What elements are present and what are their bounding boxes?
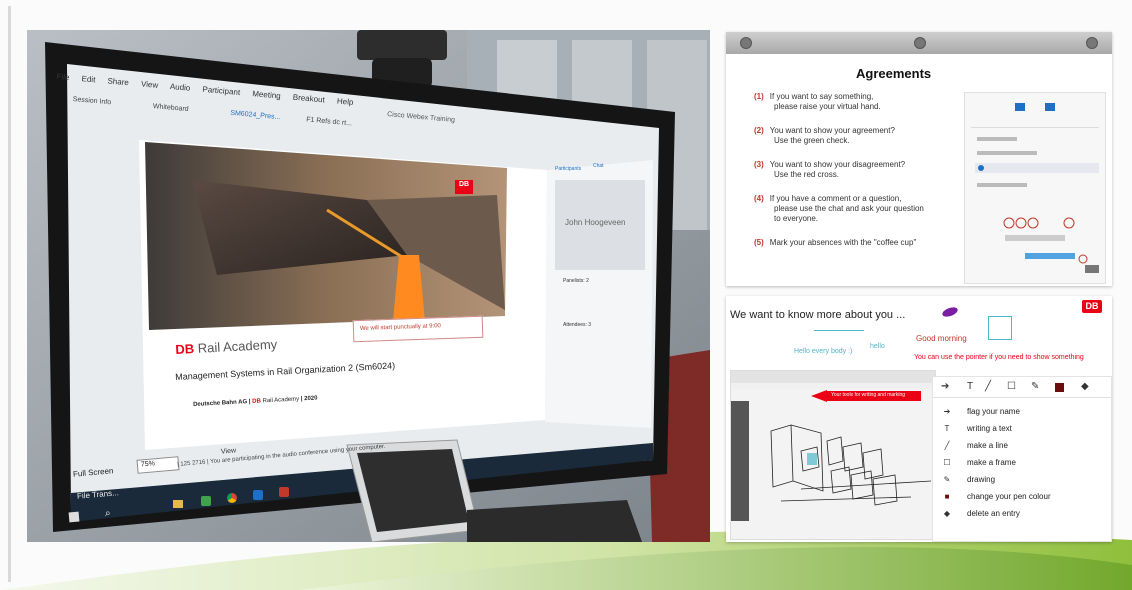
- menu-help[interactable]: Help: [337, 97, 354, 107]
- slide-footer-db: DB: [252, 398, 262, 405]
- view-menu[interactable]: View: [221, 447, 237, 455]
- windows-start-icon[interactable]: [68, 511, 80, 523]
- eraser-icon: ◆: [943, 509, 951, 518]
- participants-thumbnail-graphic: [971, 103, 1099, 273]
- color-icon[interactable]: [1055, 383, 1064, 392]
- slide-notice-box: We will start punctually at 9:00: [352, 315, 484, 343]
- eraser-icon[interactable]: ◆: [1081, 381, 1089, 392]
- classroom-photo: Cisco Webex Training File Edit Share Vie…: [27, 30, 710, 542]
- tool-legend: ➔ T ╱ ☐ ✎ ◆ ➔ flag your name Twriting a t…: [932, 376, 1112, 542]
- webex-participants-thumbnail: [964, 92, 1106, 284]
- tool-label: make a frame: [967, 458, 1016, 467]
- agreement-line: Mark your absences with the "coffee cup": [769, 238, 917, 247]
- zoom-value: 75%: [140, 460, 156, 469]
- tool-label: drawing: [967, 475, 996, 484]
- drawn-frame: [988, 316, 1012, 340]
- tool-toolbar: ➔ T ╱ ☐ ✎ ◆: [933, 377, 1111, 398]
- tool-row-flag: ➔ flag your name: [941, 407, 1020, 416]
- slide-brand-db: DB: [175, 341, 195, 357]
- tool-row-line: ╱ make a line: [941, 441, 1008, 450]
- slide-footer-date: | 2020: [300, 395, 318, 403]
- whiteboard-screenshot: Your tools for writing and marking: [730, 370, 936, 540]
- pin-icon: [1086, 37, 1098, 49]
- hello-text: hello: [870, 343, 885, 350]
- color-icon: ■: [944, 492, 950, 501]
- participants-tab[interactable]: Participants: [555, 166, 581, 172]
- agreement-number: (4): [754, 194, 764, 203]
- arrow-icon: ➔: [943, 407, 951, 416]
- agreement-item: (4) If you have a comment or a question, …: [754, 194, 924, 224]
- agreement-line: If you have a comment or a question,: [769, 194, 902, 203]
- pdf-icon[interactable]: [279, 487, 289, 497]
- agreement-item: (2) You want to show your agreement? Use …: [754, 126, 895, 146]
- agreement-line: please raise your virtual hand.: [774, 102, 881, 111]
- tool-row-frame: ☐ make a frame: [941, 458, 1016, 467]
- agreements-title: Agreements: [856, 66, 932, 81]
- agreement-number: (3): [754, 160, 764, 169]
- tool-label: writing a text: [967, 424, 1012, 433]
- agreement-number: (1): [754, 92, 764, 101]
- agreement-line: If you want to say something,: [769, 92, 874, 101]
- line-icon: ╱: [944, 441, 950, 450]
- db-logo: DB: [1082, 300, 1102, 313]
- tool-row-drawing: ✎ drawing: [941, 475, 995, 484]
- chat-app-icon[interactable]: [201, 496, 211, 506]
- agreement-line: Use the red cross.: [774, 170, 839, 179]
- presenter-name: John Hoogeveen: [565, 218, 626, 227]
- tools-slide: We want to know more about you ... DB Go…: [726, 296, 1112, 542]
- tool-label: change your pen colour: [967, 492, 1051, 501]
- good-morning-text: Good morning: [916, 334, 967, 343]
- tool-label: delete an entry: [967, 509, 1020, 518]
- menu-view[interactable]: View: [141, 79, 159, 89]
- text-icon: T: [944, 424, 950, 433]
- tool-label: make a line: [967, 441, 1008, 450]
- pen-icon[interactable]: ✎: [1031, 381, 1039, 392]
- tool-label: flag your name: [967, 407, 1020, 416]
- classroom-sketch: [731, 371, 935, 521]
- pin-icon: [740, 37, 752, 49]
- attendees-label: Attendees: 3: [563, 322, 592, 328]
- agreement-item: (3) You want to show your disagreement? U…: [754, 160, 905, 180]
- arrow-icon[interactable]: ➔: [941, 381, 949, 392]
- frame-icon: ☐: [943, 458, 951, 467]
- pen-icon: ✎: [943, 475, 951, 484]
- search-icon[interactable]: ⌕: [105, 508, 111, 519]
- agreement-line: to everyone.: [774, 214, 819, 223]
- text-icon[interactable]: T: [967, 381, 973, 392]
- agreement-item: (1) If you want to say something, please …: [754, 92, 881, 112]
- menu-audio[interactable]: Audio: [170, 82, 191, 93]
- line-icon[interactable]: ╱: [985, 381, 991, 392]
- purple-scribble: [941, 305, 959, 319]
- frame-icon[interactable]: ☐: [1007, 381, 1016, 392]
- webex-app-icon[interactable]: [253, 490, 263, 500]
- menu-edit[interactable]: Edit: [81, 74, 96, 84]
- agreement-line: please use the chat and ask your questio…: [774, 204, 924, 213]
- pin-icon: [914, 37, 926, 49]
- teal-line: [814, 330, 864, 331]
- folder-icon[interactable]: [173, 500, 183, 508]
- agreement-line: You want to show your disagreement?: [769, 160, 906, 169]
- agreements-slide: Agreements (1) If you want to say somethi…: [726, 32, 1112, 286]
- agreement-line: You want to show your agreement?: [769, 126, 895, 135]
- menu-file[interactable]: File: [56, 72, 70, 82]
- agreement-line: Use the green check.: [774, 136, 850, 145]
- chat-tab[interactable]: Chat: [593, 163, 604, 169]
- agreement-number: (2): [754, 126, 764, 135]
- agreements-header-bar: [726, 32, 1112, 54]
- menu-share[interactable]: Share: [107, 76, 129, 87]
- chrome-icon[interactable]: [227, 493, 237, 503]
- panelists-label: Panelists: 2: [563, 278, 589, 284]
- slide-notice: We will start punctually at 9:00: [359, 323, 441, 333]
- tool-row-colour: ■ change your pen colour: [941, 492, 1051, 501]
- left-frame-line: [8, 6, 11, 582]
- agreement-item: (5) Mark your absences with the "coffee c…: [754, 238, 916, 248]
- agreement-number: (5): [754, 238, 764, 247]
- tool-row-text: Twriting a text: [941, 424, 1012, 433]
- tool-row-delete: ◆ delete an entry: [941, 509, 1020, 518]
- slide-db-logo: DB: [458, 181, 470, 188]
- tools-slide-title: We want to know more about you ...: [730, 309, 906, 321]
- hello-everybody-text: Hello every body :): [794, 348, 853, 355]
- pointer-hint-text: You can use the pointer if you need to s…: [914, 354, 1084, 361]
